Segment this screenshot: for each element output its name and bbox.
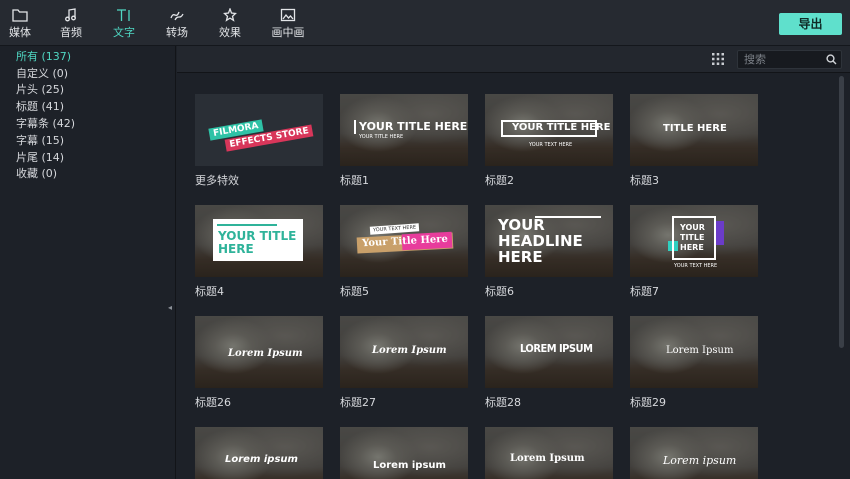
card-label: 标题3 [630,174,659,187]
overlay-line-2: TITLE [680,233,705,242]
vertical-scrollbar[interactable] [839,76,844,348]
category-all[interactable]: 所有 (137) [16,48,71,64]
title-grid: FILMORA EFFECTS STORE 更多特效 YOUR TITLE HE… [177,74,837,479]
card-title-27[interactable]: Lorem Ipsum 标题27 [340,316,468,410]
overlay-line-3: HERE [498,248,543,266]
grid-view-icon[interactable] [712,53,724,65]
overlay-title: Lorem Ipsum [510,453,585,464]
category-sidebar: 所有 (137) 自定义 (0) 片头 (25) 标题 (41) 字幕条 (42… [0,46,176,479]
card-label: 标题2 [485,174,514,187]
overlay-title: LOREM IPSUM [520,342,593,355]
search-box [737,50,842,69]
pip-icon [280,8,296,22]
overlay-title: Lorem Ipsum [372,345,447,356]
overlay-subtitle: YOUR TEXT HERE [674,263,718,269]
tab-text[interactable]: 文字 [104,8,144,40]
tab-label: 效果 [219,26,241,39]
card-title-28[interactable]: LOREM IPSUM 标题28 [485,316,613,410]
overlay-title: YOUR TITLE HERE [359,120,468,133]
card-label: 标题5 [340,285,369,298]
card-row4-2[interactable]: Lorem ipsum [340,427,468,479]
content-toolbar [177,46,850,73]
tab-label: 画中画 [271,26,305,39]
tab-label: 媒体 [9,26,31,39]
overlay-title-line-1: YOUR TITLE [218,229,297,243]
folder-icon [12,9,28,22]
export-button[interactable]: 导出 [779,13,842,35]
overlay-title: Lorem Ipsum [228,348,303,359]
card-label: 标题6 [485,285,514,298]
overlay-line-3: HERE [680,243,704,252]
text-icon [117,9,130,21]
overlay-line-2: HEADLINE [498,232,583,250]
tab-effects[interactable]: 效果 [210,8,250,40]
card-title-1[interactable]: YOUR TITLE HERE YOUR TITLE HERE 标题1 [340,94,468,188]
overlay-title: Lorem ipsum [373,460,446,471]
card-title-6[interactable]: YOUR HEADLINE HERE 标题6 [485,205,613,299]
tab-audio[interactable]: 音频 [51,8,91,40]
category-lower-thirds[interactable]: 字幕条 (42) [16,115,75,131]
card-title-3[interactable]: TITLE HERE 标题3 [630,94,758,188]
card-more-effects[interactable]: FILMORA EFFECTS STORE 更多特效 [195,94,323,188]
card-label: 标题1 [340,174,369,187]
top-toolbar: 媒体 音频 文字 转场 效果 画中画 导出 [0,0,850,46]
tab-label: 音频 [60,26,82,39]
category-favorites[interactable]: 收藏 (0) [16,165,57,181]
card-label: 标题26 [195,396,231,409]
card-row4-3[interactable]: Lorem Ipsum [485,427,613,479]
overlay-subtitle: YOUR TITLE HERE [359,134,404,140]
card-row4-1[interactable]: Lorem ipsum [195,427,323,479]
overlay-title: Lorem ipsum [663,454,737,467]
category-subtitles[interactable]: 字幕 (15) [16,132,64,148]
overlay-title: Lorem ipsum [225,454,298,465]
transition-icon [170,11,184,21]
card-label: 标题29 [630,396,666,409]
search-input[interactable] [744,52,822,67]
category-end-credits[interactable]: 片尾 (14) [16,149,64,165]
card-label: 更多特效 [195,174,239,187]
card-title-5[interactable]: YOUR TEXT HERE Your Title Here 标题5 [340,205,468,299]
card-title-4[interactable]: YOUR TITLE HERE 标题4 [195,205,323,299]
tab-label: 文字 [113,26,135,39]
tab-pip[interactable]: 画中画 [268,8,308,40]
card-title-29[interactable]: Lorem Ipsum 标题29 [630,316,758,410]
category-titles[interactable]: 标题 (41) [16,98,64,114]
overlay-line-1: YOUR [680,223,705,232]
tab-label: 转场 [166,26,188,39]
overlay-subtitle: YOUR TEXT HERE [529,142,573,148]
overlay-title: Lorem Ipsum [666,345,734,356]
effects-icon [223,8,237,22]
card-label: 标题7 [630,285,659,298]
card-title-7[interactable]: YOUR TITLE HERE YOUR TEXT HERE 标题7 [630,205,758,299]
category-custom[interactable]: 自定义 (0) [16,65,68,81]
category-opener[interactable]: 片头 (25) [16,81,64,97]
tab-transitions[interactable]: 转场 [157,8,197,40]
card-title-26[interactable]: Lorem Ipsum 标题26 [195,316,323,410]
search-icon[interactable] [826,54,837,65]
overlay-title-line-2: HERE [218,242,254,256]
overlay-line-1: YOUR [498,216,545,234]
tab-media[interactable]: 媒体 [0,8,40,40]
card-title-2[interactable]: YOUR TITLE HERE YOUR TEXT HERE 标题2 [485,94,613,188]
card-label: 标题28 [485,396,521,409]
overlay-title: TITLE HERE [663,123,727,134]
overlay-title: YOUR TITLE HERE [512,122,611,133]
collapse-sidebar-icon[interactable]: ◂ [168,303,174,313]
card-label: 标题4 [195,285,224,298]
music-note-icon [65,8,76,22]
card-label: 标题27 [340,396,376,409]
card-row4-4[interactable]: Lorem ipsum [630,427,758,479]
